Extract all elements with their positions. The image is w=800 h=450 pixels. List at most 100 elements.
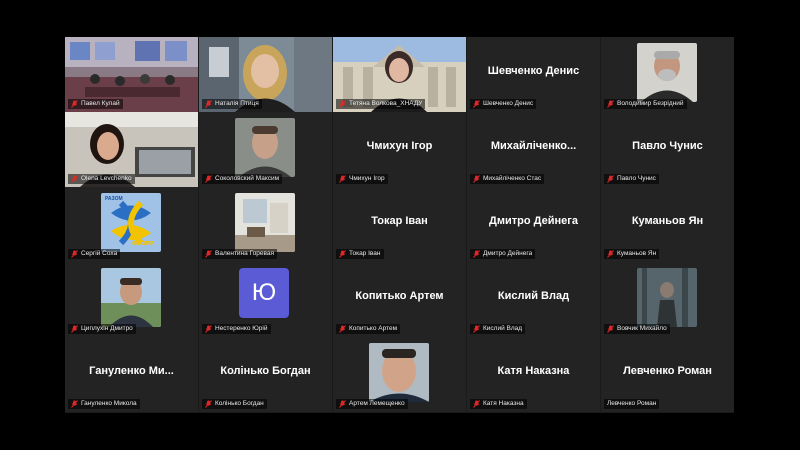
participant-display-name: Копитько Артем bbox=[355, 290, 444, 302]
participant-tile[interactable]: Михайліченко... Михайліченко Стас bbox=[467, 112, 600, 187]
mic-muted-icon bbox=[473, 400, 480, 408]
participant-tile[interactable]: Левченко Роман Левченко Роман bbox=[601, 337, 734, 412]
mic-muted-icon bbox=[205, 175, 212, 183]
participant-name: Володимир Безрідний bbox=[617, 100, 684, 107]
participant-tile[interactable]: Катя Наказна Катя Наказна bbox=[467, 337, 600, 412]
participant-tile[interactable]: Дмитро Дейнега Дмитро Дейнега bbox=[467, 187, 600, 262]
mic-muted-icon bbox=[205, 250, 212, 258]
mic-muted-icon bbox=[473, 100, 480, 108]
participant-name-label: Вовчик Михайло bbox=[604, 324, 670, 334]
participant-tile[interactable]: Тетяна Волкова_ХНАДУ bbox=[333, 37, 466, 112]
mic-muted-icon bbox=[607, 175, 614, 183]
participant-tile[interactable]: Колінько Богдан Колінько Богдан bbox=[199, 337, 332, 412]
participant-tile[interactable]: Чмихун Ігор Чмихун Ігор bbox=[333, 112, 466, 187]
participant-name-label: Куманьов Ян bbox=[604, 249, 660, 259]
mic-muted-icon bbox=[607, 250, 614, 258]
participant-display-name: Михайліченко... bbox=[490, 140, 577, 152]
participant-tile[interactable]: Вовчик Михайло bbox=[601, 262, 734, 337]
participant-tile[interactable]: Куманьов Ян Куманьов Ян bbox=[601, 187, 734, 262]
participant-name: Валентина Горевая bbox=[215, 250, 275, 257]
participant-name-label: Катя Наказна bbox=[470, 399, 527, 409]
participant-tile[interactable]: Шевченко Денис Шевченко Денис bbox=[467, 37, 600, 112]
participant-avatar bbox=[235, 118, 295, 177]
participant-name: Нестеренко Юрій bbox=[215, 325, 268, 332]
participant-tile[interactable]: Гануленко Ми... Гануленко Микола bbox=[65, 337, 198, 412]
participant-tile[interactable]: Валентина Горевая bbox=[199, 187, 332, 262]
mic-muted-icon bbox=[607, 100, 614, 108]
gallery-view: Павел Кулай Наталія Птиця Тетяна Волкова_Х… bbox=[65, 37, 734, 413]
participant-name: Павло Чунис bbox=[617, 175, 656, 182]
mic-muted-icon bbox=[71, 400, 78, 408]
participant-tile[interactable]: Павел Кулай bbox=[65, 37, 198, 112]
mic-muted-icon bbox=[473, 325, 480, 333]
participant-display-name: Левченко Роман bbox=[623, 365, 712, 377]
participant-name: Михайліченко Стас bbox=[483, 175, 542, 182]
avatar-caption: РАЗОМ bbox=[105, 196, 123, 202]
participant-display-name: Гануленко Ми... bbox=[89, 365, 174, 377]
participant-name: Сергій Соха bbox=[81, 250, 118, 257]
mic-muted-icon bbox=[71, 175, 78, 183]
mic-muted-icon bbox=[473, 250, 480, 258]
participant-name: Вовчик Михайло bbox=[617, 325, 667, 332]
participant-name-label: Циплухін Дмитро bbox=[68, 324, 136, 334]
mic-muted-icon bbox=[71, 100, 78, 108]
participant-name-label: Соколовский Максим bbox=[202, 174, 283, 184]
participant-name-label: Артем Лемещенко bbox=[336, 399, 408, 409]
participant-name: Куманьов Ян bbox=[617, 250, 657, 257]
participant-name-label: Нестеренко Юрій bbox=[202, 324, 271, 334]
participant-name-label: Валентина Горевая bbox=[202, 249, 278, 259]
participant-name-label: Павло Чунис bbox=[604, 174, 659, 184]
participant-tile[interactable]: Копитько Артем Копитько Артем bbox=[333, 262, 466, 337]
participant-avatar: РАЗОМ МИ СИЛА! bbox=[101, 193, 161, 252]
participant-display-name: Куманьов Ян bbox=[631, 215, 704, 227]
participant-display-name: Колінько Богдан bbox=[220, 365, 311, 377]
participant-tile[interactable]: Соколовский Максим bbox=[199, 112, 332, 187]
participant-display-name: Катя Наказна bbox=[497, 365, 570, 377]
mic-muted-icon bbox=[607, 325, 614, 333]
participant-name: Циплухін Дмитро bbox=[81, 325, 133, 332]
participant-tile[interactable]: Токар Іван Токар Іван bbox=[333, 187, 466, 262]
participant-avatar bbox=[637, 43, 697, 102]
participant-name-label: Кислий Влад bbox=[470, 324, 526, 334]
mic-muted-icon bbox=[339, 250, 346, 258]
participant-name: Токар Іван bbox=[349, 250, 381, 257]
participant-tile[interactable]: РАЗОМ МИ СИЛА! Сергій Соха bbox=[65, 187, 198, 262]
participant-name: Левченко Роман bbox=[607, 400, 657, 407]
participant-tile[interactable]: Володимир Безрідний bbox=[601, 37, 734, 112]
participant-initial-avatar: Ю bbox=[239, 268, 289, 318]
mic-muted-icon bbox=[473, 175, 480, 183]
participant-name: Соколовский Максим bbox=[215, 175, 280, 182]
participant-tile[interactable]: Циплухін Дмитро bbox=[65, 262, 198, 337]
participant-name-label: Чмихун Ігор bbox=[336, 174, 388, 184]
participant-name-label: Дмитро Дейнега bbox=[470, 249, 536, 259]
mic-muted-icon bbox=[339, 400, 346, 408]
participant-name: Шевченко Денис bbox=[483, 100, 534, 107]
participant-name: Павел Кулай bbox=[81, 100, 120, 107]
participant-name-label: Гануленко Микола bbox=[68, 399, 140, 409]
participant-name-label: Копитько Артем bbox=[336, 324, 401, 334]
participant-tile[interactable]: Ю Нестеренко Юрій bbox=[199, 262, 332, 337]
participant-tile[interactable]: Olena Levchenko bbox=[65, 112, 198, 187]
participant-name-label: Шевченко Денис bbox=[470, 99, 537, 109]
participant-name: Наталія Птиця bbox=[215, 100, 259, 107]
participant-tile[interactable]: Павло Чунис Павло Чунис bbox=[601, 112, 734, 187]
participant-name-label: Колінько Богдан bbox=[202, 399, 267, 409]
mic-muted-icon bbox=[205, 400, 212, 408]
participant-name: Катя Наказна bbox=[483, 400, 524, 407]
participant-name: Артем Лемещенко bbox=[349, 400, 405, 407]
participant-tile[interactable]: Кислий Влад Кислий Влад bbox=[467, 262, 600, 337]
participant-name: Копитько Артем bbox=[349, 325, 398, 332]
participant-display-name: Кислий Влад bbox=[497, 290, 570, 302]
participant-tile[interactable]: Наталія Птиця bbox=[199, 37, 332, 112]
participant-avatar bbox=[637, 268, 697, 327]
participant-name: Дмитро Дейнега bbox=[483, 250, 533, 257]
participant-tile[interactable]: Артем Лемещенко bbox=[333, 337, 466, 412]
participant-display-name: Павло Чунис bbox=[632, 140, 703, 152]
participant-name-label: Токар Іван bbox=[336, 249, 384, 259]
participant-name-label: Володимир Безрідний bbox=[604, 99, 687, 109]
participant-display-name: Шевченко Денис bbox=[487, 65, 580, 77]
participant-name-label: Тетяна Волкова_ХНАДУ bbox=[336, 99, 426, 109]
participant-name-label: Olena Levchenko bbox=[68, 174, 135, 184]
participant-display-name: Дмитро Дейнега bbox=[489, 215, 578, 227]
participant-display-name: Чмихун Ігор bbox=[366, 140, 433, 152]
